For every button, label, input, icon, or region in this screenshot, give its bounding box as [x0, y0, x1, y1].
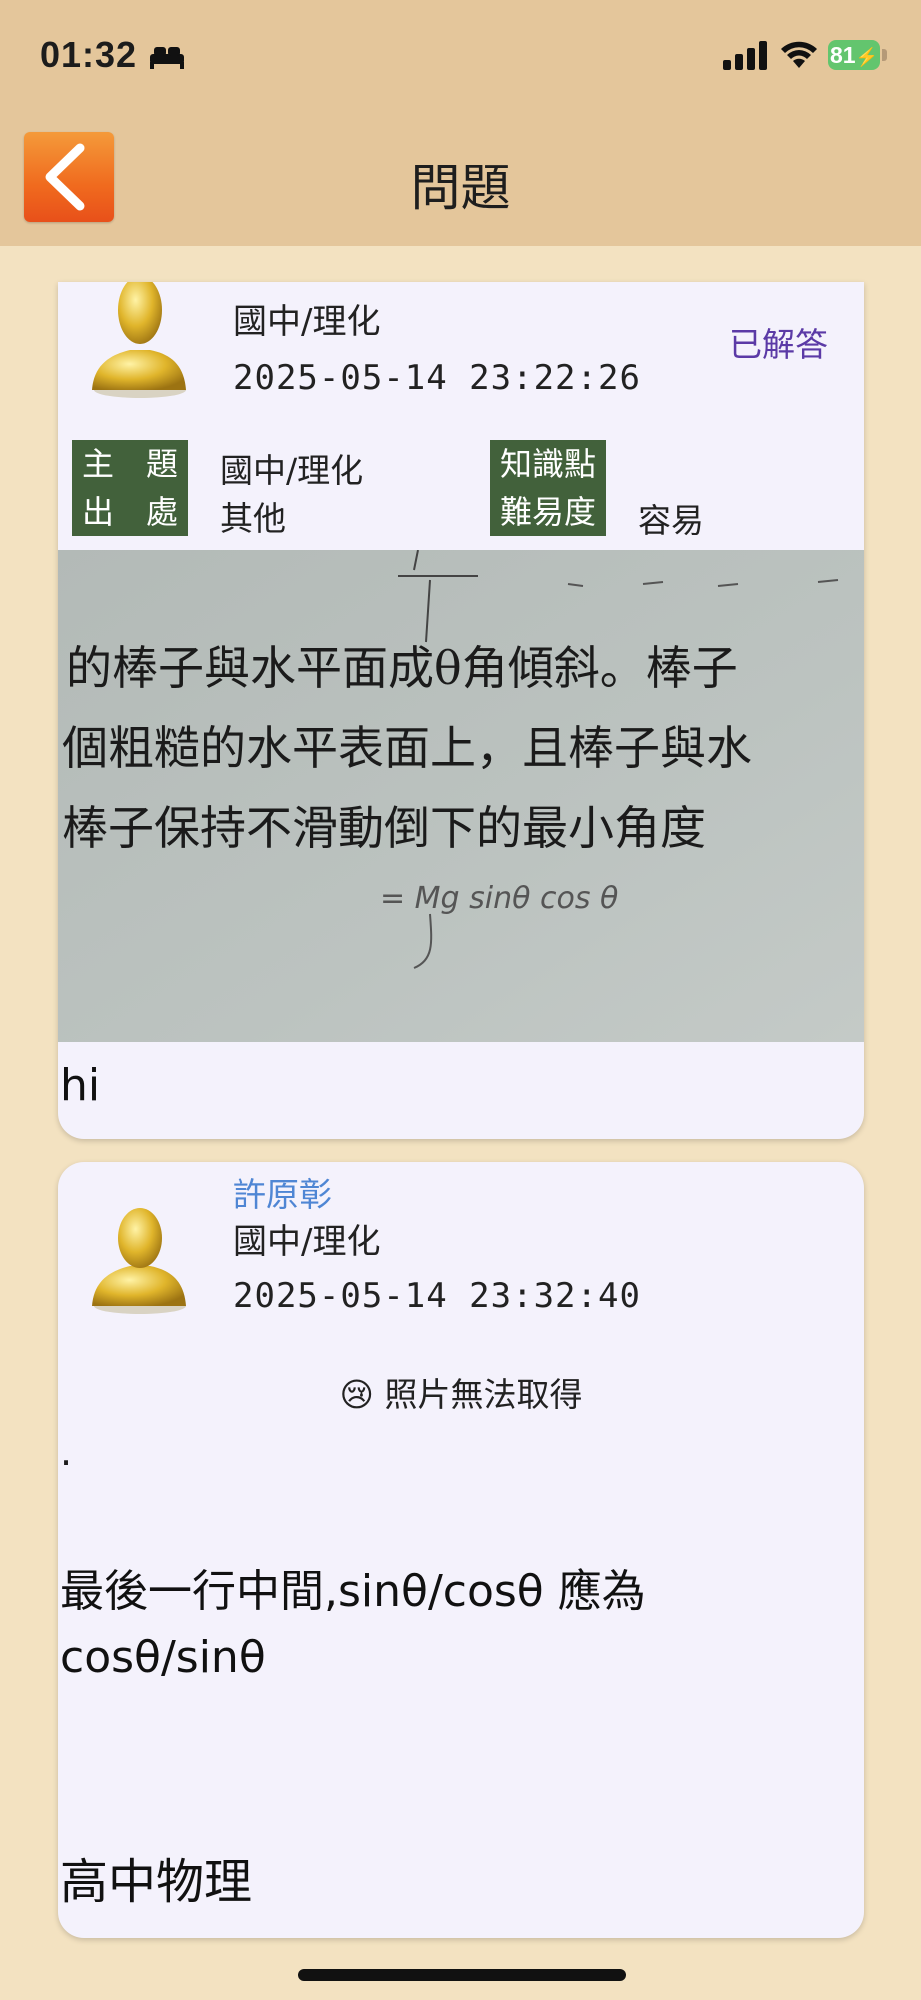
- battery-tip: [882, 49, 887, 61]
- source-value: 其他: [220, 499, 286, 538]
- status-time: 01:32: [40, 34, 138, 75]
- answer-subject: 國中/理化: [233, 1222, 381, 1262]
- battery-icon: 81⚡: [828, 40, 880, 70]
- avatar: [92, 1208, 186, 1314]
- topic-value: 國中/理化: [220, 451, 364, 490]
- photo-line-3: 棒子保持不滑動倒下的最小角度: [62, 801, 706, 855]
- answer-text-2: 高中物理: [60, 1854, 253, 1910]
- answer-user[interactable]: 許原彰: [233, 1168, 332, 1216]
- source-label: 出 處: [72, 488, 189, 536]
- knowledge-label: 知識點: [490, 440, 607, 488]
- home-indicator[interactable]: [298, 1969, 626, 1981]
- answer-datetime: 2025-05-14 23:32:40: [233, 1276, 641, 1316]
- question-subject: 國中/理化: [233, 302, 381, 342]
- sleep-icon: [150, 47, 184, 69]
- difficulty-value: 容易: [638, 501, 704, 540]
- topic-label: 主 題: [72, 440, 189, 488]
- question-card: 國中/理化 2025-05-14 23:22:26 已解答 主 題 國中/理化 …: [58, 282, 864, 1139]
- question-photo[interactable]: 的棒子與水平面成θ角傾斜。棒子 個粗糙的水平表面上，且棒子與水 棒子保持不滑動倒…: [58, 549, 864, 1042]
- answer-card: 許原彰 國中/理化 2025-05-14 23:32:40 😢 照片無法取得 .…: [58, 1162, 864, 1938]
- avatar: [92, 282, 186, 398]
- battery-level: 81: [829, 42, 856, 68]
- nav-header: 01:32 81⚡ 問題: [0, 0, 921, 246]
- photo-drawing: 的棒子與水平面成θ角傾斜。棒子 個粗糙的水平表面上，且棒子與水 棒子保持不滑動倒…: [58, 549, 864, 1042]
- photo-unavailable-message: 😢 照片無法取得: [339, 1375, 583, 1414]
- question-text: hi: [60, 1060, 101, 1111]
- wifi-icon: [781, 41, 817, 68]
- answer-text: 最後一行中間,sinθ/cosθ 應為 cosθ/sinθ: [60, 1566, 646, 1683]
- photo-line-2: 個粗糙的水平表面上，且棒子與水: [62, 721, 752, 775]
- photo-line-1: 的棒子與水平面成θ角傾斜。棒子: [66, 641, 738, 695]
- signal-icon: [723, 41, 767, 70]
- photo-handwriting: = Mg sinθ cos θ: [380, 881, 618, 916]
- question-datetime: 2025-05-14 23:22:26: [233, 358, 641, 398]
- status-badge: 已解答: [729, 325, 828, 364]
- difficulty-label: 難易度: [490, 488, 607, 536]
- page-title: 問題: [410, 159, 511, 217]
- answer-dot: .: [60, 1430, 73, 1474]
